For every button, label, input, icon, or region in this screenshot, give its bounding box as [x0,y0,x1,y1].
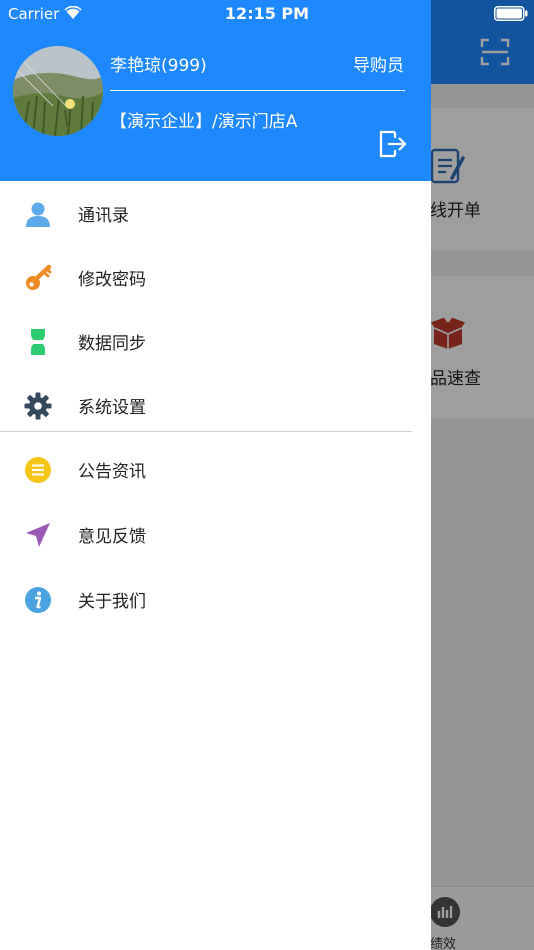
menu-label-about: 关于我们 [78,592,146,612]
store-name: 【演示企业】/演示门店A [110,112,298,132]
menu-item-change-password[interactable]: 修改密码 [0,245,431,309]
menu-divider [0,431,412,432]
menu-label-contacts: 通讯录 [78,206,129,226]
side-drawer: 李艳琼(999) 导购员 【演示企业】/演示门店A 通讯录 修改密码 数据同步 … [0,0,431,950]
menu-label-feedback: 意见反馈 [78,527,146,547]
logout-icon[interactable] [378,130,408,158]
menu-item-system-settings[interactable]: 系统设置 [0,373,431,437]
status-bar: Carrier 12:15 PM [0,0,534,28]
menu-label-data-sync: 数据同步 [78,334,146,354]
menu-item-contacts[interactable]: 通讯录 [0,181,431,245]
info-icon [25,587,51,613]
key-icon [26,264,52,290]
sync-icon [31,329,45,355]
menu-item-announcements[interactable]: 公告资讯 [0,437,431,501]
menu-item-feedback[interactable]: 意见反馈 [0,502,431,566]
menu-label-announcements: 公告资讯 [78,462,146,482]
user-role: 导购员 [353,56,404,76]
user-name: 李艳琼(999) [110,56,207,76]
menu-label-change-password: 修改密码 [78,270,146,290]
battery-icon [494,6,528,21]
menu-label-system-settings: 系统设置 [78,398,146,418]
gear-icon [24,392,52,420]
feedback-icon [26,523,50,547]
contacts-icon [26,202,50,227]
announcement-icon [25,457,51,483]
header-divider [110,90,405,91]
menu-item-about[interactable]: 关于我们 [0,567,431,631]
menu-item-data-sync[interactable]: 数据同步 [0,309,431,373]
avatar[interactable] [13,46,103,136]
status-time: 12:15 PM [224,4,310,23]
